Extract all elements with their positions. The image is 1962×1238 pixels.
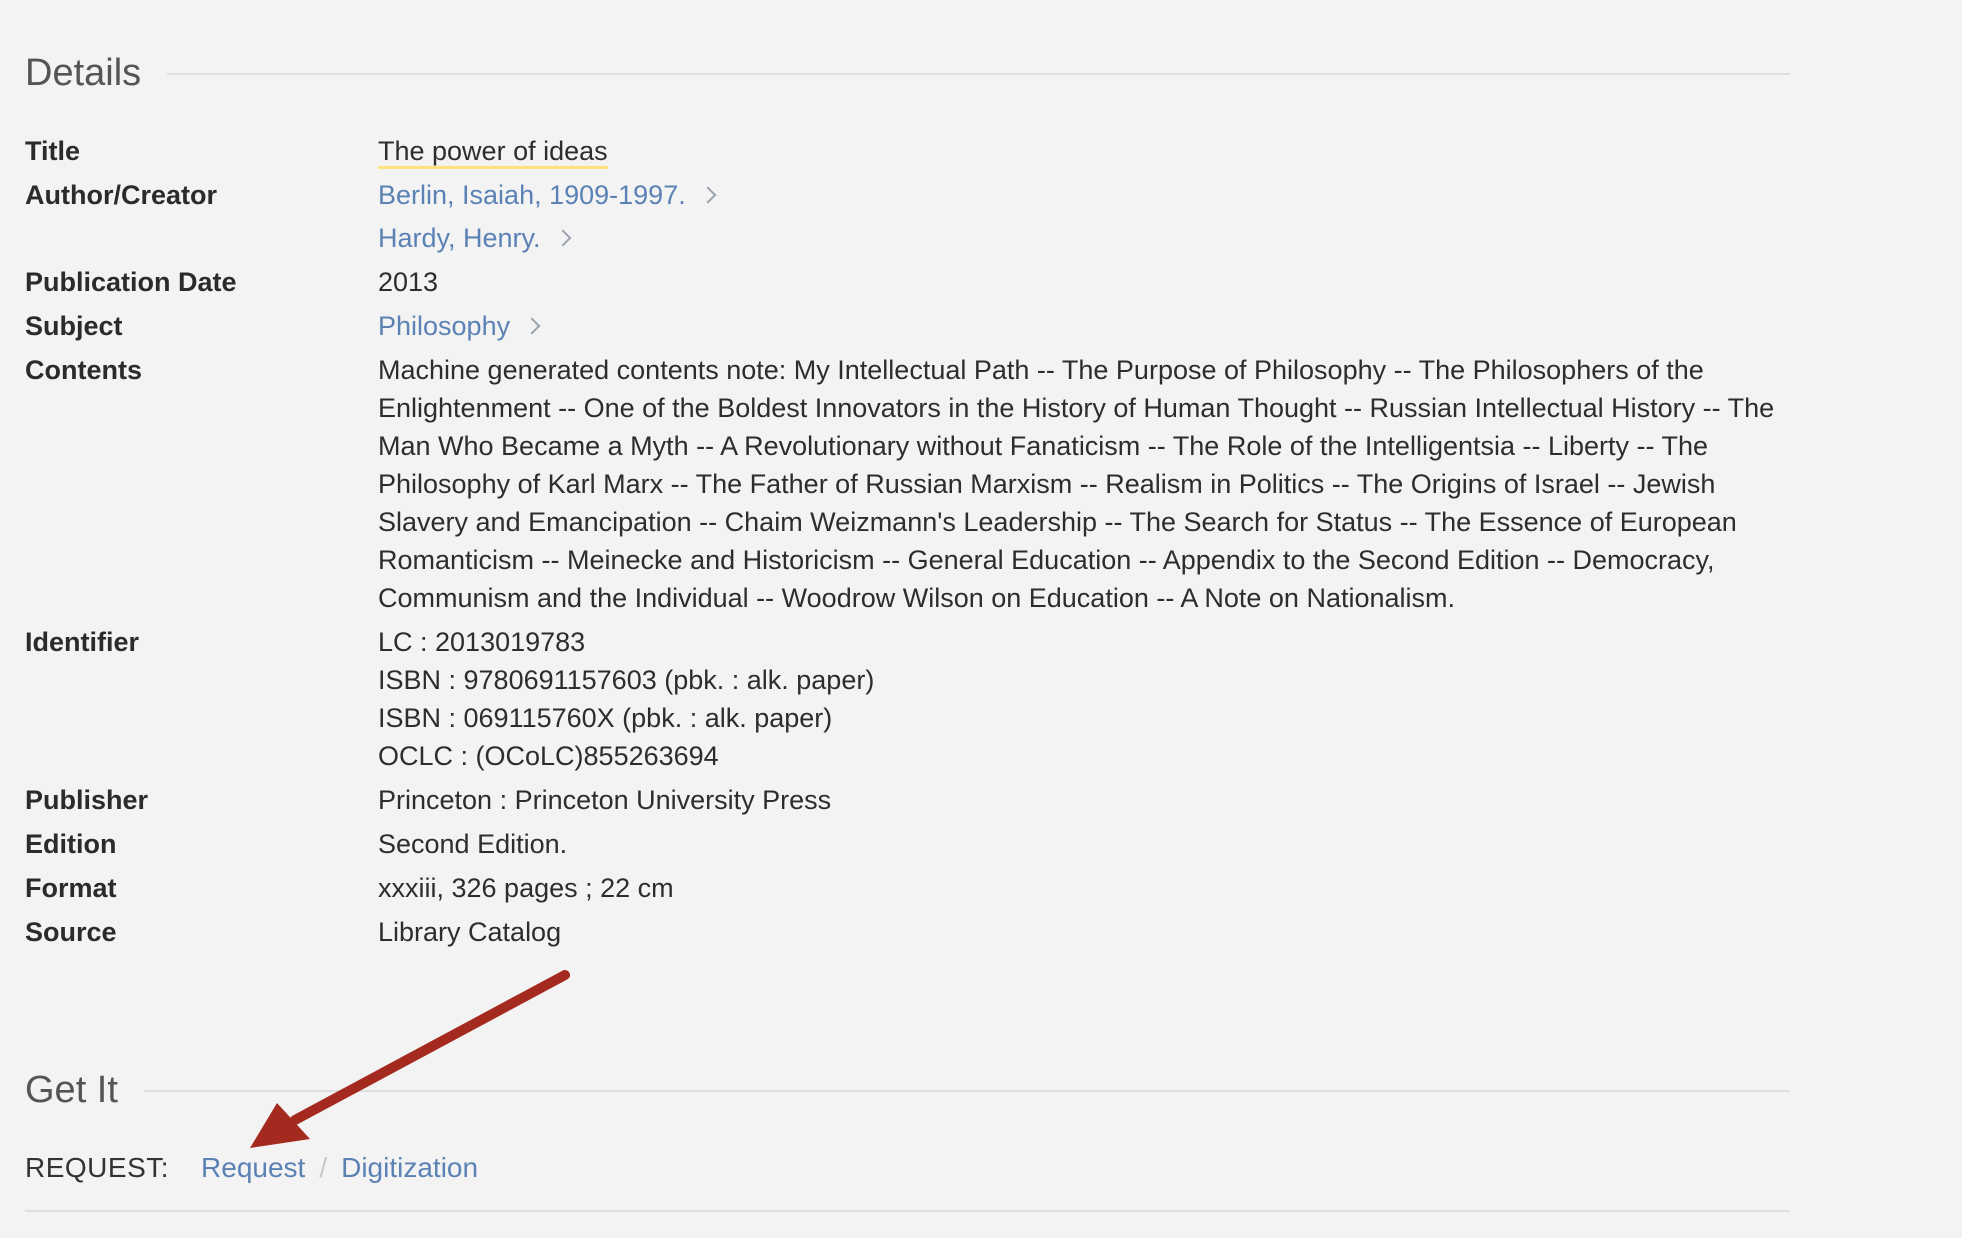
publisher-row: Publisher Princeton : Princeton Universi…	[25, 781, 1790, 819]
edition-label: Edition	[25, 829, 117, 859]
request-row: REQUEST: Request / Digitization	[25, 1152, 478, 1184]
details-table: Title The power of ideas Author/Creator …	[25, 132, 1790, 951]
author-item[interactable]: Berlin, Isaiah, 1909-1997.	[378, 176, 1790, 214]
pubdate-row: Publication Date 2013	[25, 263, 1790, 301]
source-row: Source Library Catalog	[25, 913, 1790, 951]
chevron-right-icon	[523, 317, 541, 335]
identifier-row: Identifier LC : 2013019783 ISBN : 978069…	[25, 623, 1790, 775]
subject-row: Subject Philosophy	[25, 307, 1790, 345]
author-link-hardy[interactable]: Hardy, Henry.	[378, 223, 541, 253]
chevron-right-icon	[554, 229, 572, 247]
getit-section-header: Get It	[25, 1069, 1790, 1112]
bottom-divider	[25, 1210, 1790, 1212]
request-link[interactable]: Request	[201, 1152, 305, 1184]
link-separator: /	[319, 1152, 328, 1183]
digitization-link[interactable]: Digitization	[341, 1152, 478, 1184]
title-value: The power of ideas	[378, 136, 608, 169]
source-label: Source	[25, 917, 117, 947]
request-label: REQUEST:	[25, 1152, 170, 1183]
author-item[interactable]: Hardy, Henry.	[378, 219, 1790, 257]
details-heading: Details	[25, 52, 142, 94]
author-row: Author/Creator Berlin, Isaiah, 1909-1997…	[25, 176, 1790, 257]
contents-value: Machine generated contents note: My Inte…	[378, 355, 1775, 613]
identifier-label: Identifier	[25, 627, 140, 657]
format-label: Format	[25, 873, 117, 903]
pubdate-label: Publication Date	[25, 267, 237, 297]
identifier-isbn-10: ISBN : 069115760X (pbk. : alk. paper)	[378, 703, 833, 733]
publisher-value: Princeton : Princeton University Press	[378, 785, 832, 815]
subject-link-philosophy[interactable]: Philosophy	[378, 311, 510, 341]
title-row: Title The power of ideas	[25, 132, 1790, 170]
edition-value: Second Edition.	[378, 829, 568, 859]
identifier-oclc: OCLC : (OCoLC)855263694	[378, 741, 719, 771]
format-row: Format xxxiii, 326 pages ; 22 cm	[25, 869, 1790, 907]
chevron-right-icon	[699, 186, 717, 204]
title-label: Title	[25, 136, 81, 166]
details-section-header: Details	[25, 52, 1790, 95]
identifier-isbn-13: ISBN : 9780691157603 (pbk. : alk. paper)	[378, 665, 875, 695]
publisher-label: Publisher	[25, 785, 149, 815]
getit-heading: Get It	[25, 1069, 118, 1111]
edition-row: Edition Second Edition.	[25, 825, 1790, 863]
format-value: xxxiii, 326 pages ; 22 cm	[378, 873, 674, 903]
details-divider	[167, 72, 1790, 75]
identifier-lc: LC : 2013019783	[378, 627, 586, 657]
pubdate-value: 2013	[378, 267, 439, 297]
author-link-berlin[interactable]: Berlin, Isaiah, 1909-1997.	[378, 180, 686, 210]
subject-label: Subject	[25, 311, 123, 341]
getit-divider	[143, 1089, 1790, 1092]
author-label: Author/Creator	[25, 180, 218, 210]
contents-label: Contents	[25, 355, 142, 385]
source-value: Library Catalog	[378, 917, 562, 947]
contents-row: Contents Machine generated contents note…	[25, 351, 1790, 617]
